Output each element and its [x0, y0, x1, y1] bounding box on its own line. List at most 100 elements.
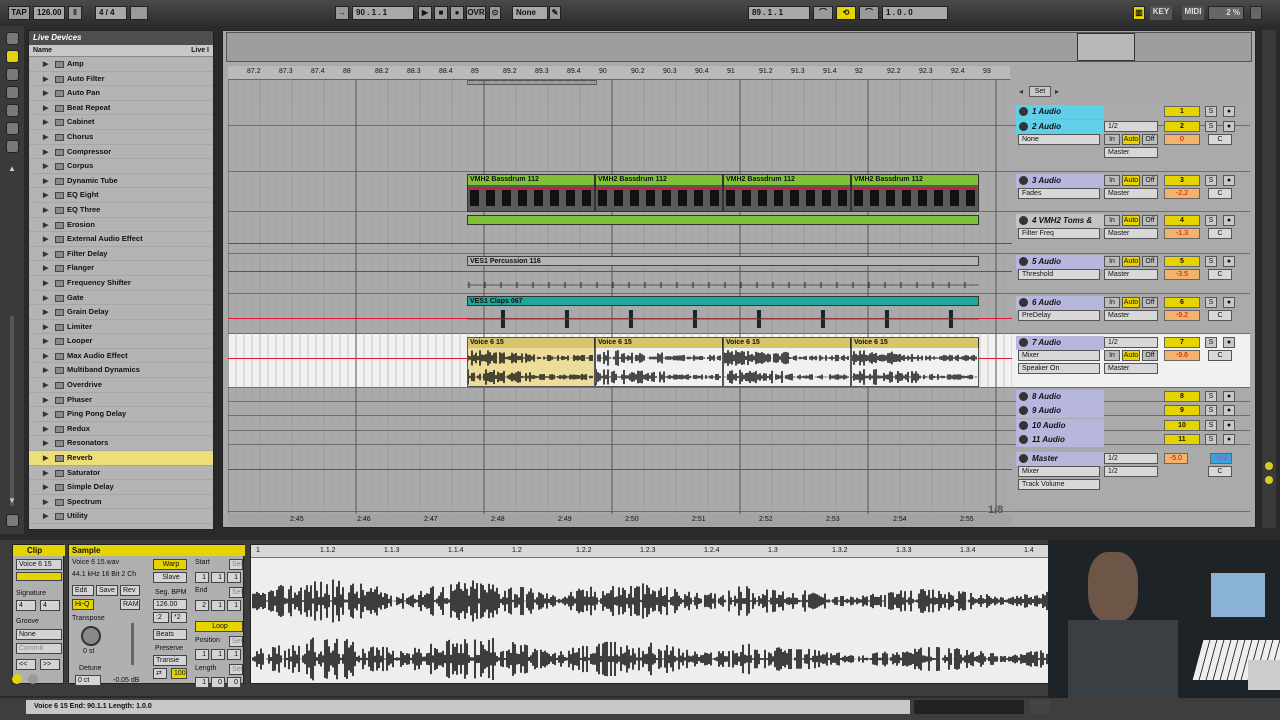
expand-arrow-icon[interactable]: ▶	[43, 58, 48, 72]
signature-denominator[interactable]: 4	[40, 600, 60, 611]
browser-item[interactable]: ▶ Dynamic Tube	[29, 174, 213, 189]
track-fold-icon[interactable]	[1019, 122, 1028, 131]
browser-item[interactable]: ▶ Flanger	[29, 261, 213, 276]
name-column-label[interactable]: Name	[33, 47, 52, 54]
expand-arrow-icon[interactable]: ▶	[43, 146, 48, 160]
end-field[interactable]: 2	[195, 600, 209, 611]
commit-button[interactable]: Commit	[16, 643, 62, 654]
monitor-auto-button[interactable]: Auto	[1122, 256, 1140, 267]
monitor-off-button[interactable]: Off	[1142, 175, 1158, 186]
expand-arrow-icon[interactable]: ▶	[43, 262, 48, 276]
sample-ruler[interactable]: 1 1.1.2 1.1.3 1.1.4 1.2 1.2.2 1.2.3 1.2.4 1.3 1.3…	[251, 545, 1051, 558]
loop-start-field[interactable]: 89 . 1 . 1	[748, 6, 810, 20]
track-activator[interactable]: 8	[1164, 391, 1200, 402]
arrangement-overview[interactable]	[226, 32, 1252, 62]
arm-icon[interactable]: ●	[1223, 106, 1235, 117]
percussion-clip[interactable]: VES1 Percussion 116	[467, 256, 979, 266]
scroll-up-icon[interactable]: ▲	[8, 164, 16, 173]
monitor-auto-button[interactable]: Auto	[1122, 215, 1140, 226]
clip-name-field[interactable]: Voice 6 15	[16, 559, 62, 570]
solo-button[interactable]: S	[1205, 434, 1217, 445]
browser-item[interactable]: ▶ Looper	[29, 334, 213, 349]
track-activator[interactable]: 5	[1164, 256, 1200, 267]
arm-icon[interactable]: ●	[1223, 391, 1235, 402]
midi-map-button[interactable]: MIDI	[1182, 6, 1204, 20]
plugin-devices-icon[interactable]	[6, 68, 19, 81]
double-tempo-button[interactable]: *2	[171, 612, 187, 623]
live-devices-icon[interactable]	[6, 50, 19, 63]
track-fold-icon[interactable]	[1019, 338, 1028, 347]
monitor-in-button[interactable]: In	[1104, 297, 1120, 308]
track-activator[interactable]: 3	[1164, 175, 1200, 186]
expand-arrow-icon[interactable]: ▶	[43, 379, 48, 393]
end-set-button[interactable]: Set	[229, 587, 243, 598]
browser-item[interactable]: ▶ Filter Delay	[29, 247, 213, 262]
solo-button[interactable]: S	[1205, 405, 1217, 416]
slave-button[interactable]: Slave	[153, 572, 187, 583]
launch-toggle-icon[interactable]	[12, 674, 22, 684]
solo-button[interactable]: S	[1205, 256, 1217, 267]
output-select[interactable]: Master	[1104, 269, 1158, 280]
track-fold-icon[interactable]	[1019, 216, 1028, 225]
expand-arrow-icon[interactable]: ▶	[43, 189, 48, 203]
monitor-auto-button[interactable]: Auto	[1122, 175, 1140, 186]
bassdrum-clip[interactable]: VMH2 Bassdrum 112	[851, 174, 979, 212]
track-activator[interactable]: 2	[1164, 121, 1200, 132]
monitor-in-button[interactable]: In	[1104, 215, 1120, 226]
monitor-in-button[interactable]: In	[1104, 175, 1120, 186]
pos-field[interactable]: 1	[227, 649, 241, 660]
automation-line-track4[interactable]	[228, 243, 1012, 244]
expand-arrow-icon[interactable]: ▶	[43, 73, 48, 87]
solo-button[interactable]: S	[1205, 420, 1217, 431]
voice-clip[interactable]: Voice 6 15	[595, 337, 723, 387]
track4-green-clip[interactable]	[467, 215, 979, 225]
metronome-button[interactable]	[130, 6, 148, 20]
stop-icon[interactable]: ■	[434, 6, 448, 20]
track-title[interactable]: 1 Audio	[1016, 105, 1104, 119]
browser-item[interactable]: ▶ Overdrive	[29, 378, 213, 393]
browser-item[interactable]: ▶ Auto Pan	[29, 86, 213, 101]
expand-arrow-icon[interactable]: ▶	[43, 321, 48, 335]
automation-device-select[interactable]: Fades	[1018, 188, 1100, 199]
start-field[interactable]: 1	[195, 572, 209, 583]
master-title[interactable]: Master	[1016, 452, 1104, 466]
browser-item[interactable]: ▶ Phaser	[29, 393, 213, 408]
arm-icon[interactable]: ●	[1223, 434, 1235, 445]
groove-select[interactable]: None	[16, 629, 62, 640]
next-clip-icon[interactable]: >>	[40, 659, 60, 670]
automation-param-select[interactable]: Speaker On	[1018, 363, 1100, 374]
browser-item[interactable]: ▶ EQ Three	[29, 203, 213, 218]
browser-item[interactable]: ▶ Utility	[29, 509, 213, 524]
automation-device-select[interactable]: None	[1018, 134, 1100, 145]
monitor-in-button[interactable]: In	[1104, 134, 1120, 145]
length-set-button[interactable]: Set	[229, 664, 243, 675]
loop-button[interactable]: Loop	[195, 621, 243, 632]
track-title[interactable]: 8 Audio	[1016, 390, 1104, 404]
file-browser-3-icon[interactable]	[6, 122, 19, 135]
expand-arrow-icon[interactable]: ▶	[43, 306, 48, 320]
clip-color-swatch[interactable]	[16, 572, 62, 581]
live-column-label[interactable]: Live I	[191, 47, 209, 54]
hi-q-button[interactable]: Hi-Q	[72, 599, 94, 610]
follow-icon[interactable]: →	[335, 6, 349, 20]
track-fold-icon[interactable]	[1019, 454, 1028, 463]
start-set-button[interactable]: Set	[229, 559, 243, 570]
claps-clip[interactable]: VES1 Claps 067	[467, 296, 979, 306]
bassdrum-clip[interactable]: VMH2 Bassdrum 112	[467, 174, 595, 212]
input-channel-select[interactable]: 1/2	[1104, 337, 1158, 348]
bassdrum-clip[interactable]: VMH2 Bassdrum 112	[723, 174, 851, 212]
browser-item[interactable]: ▶ Auto Filter	[29, 72, 213, 87]
time-ruler[interactable]: 2:45 2:46 2:47 2:48 2:49 2:50 2:51 2:52 2:53 2:54…	[228, 514, 1012, 526]
browser-item[interactable]: ▶ Redux	[29, 422, 213, 437]
browser-item[interactable]: ▶ Max Audio Effect	[29, 349, 213, 364]
expand-arrow-icon[interactable]: ▶	[43, 116, 48, 130]
expand-arrow-icon[interactable]: ▶	[43, 87, 48, 101]
time-signature-field[interactable]: 4 / 4	[95, 6, 127, 20]
track-activator[interactable]: 1	[1164, 106, 1200, 117]
master-param-select[interactable]: Track Volume	[1018, 479, 1100, 490]
overdub-button[interactable]: OVR	[466, 6, 486, 20]
track-volume[interactable]: -1.3	[1164, 228, 1200, 239]
expand-arrow-icon[interactable]: ▶	[43, 292, 48, 306]
track-title[interactable]: 4 VMH2 Toms &	[1016, 214, 1104, 228]
arm-icon[interactable]: ●	[1223, 337, 1235, 348]
